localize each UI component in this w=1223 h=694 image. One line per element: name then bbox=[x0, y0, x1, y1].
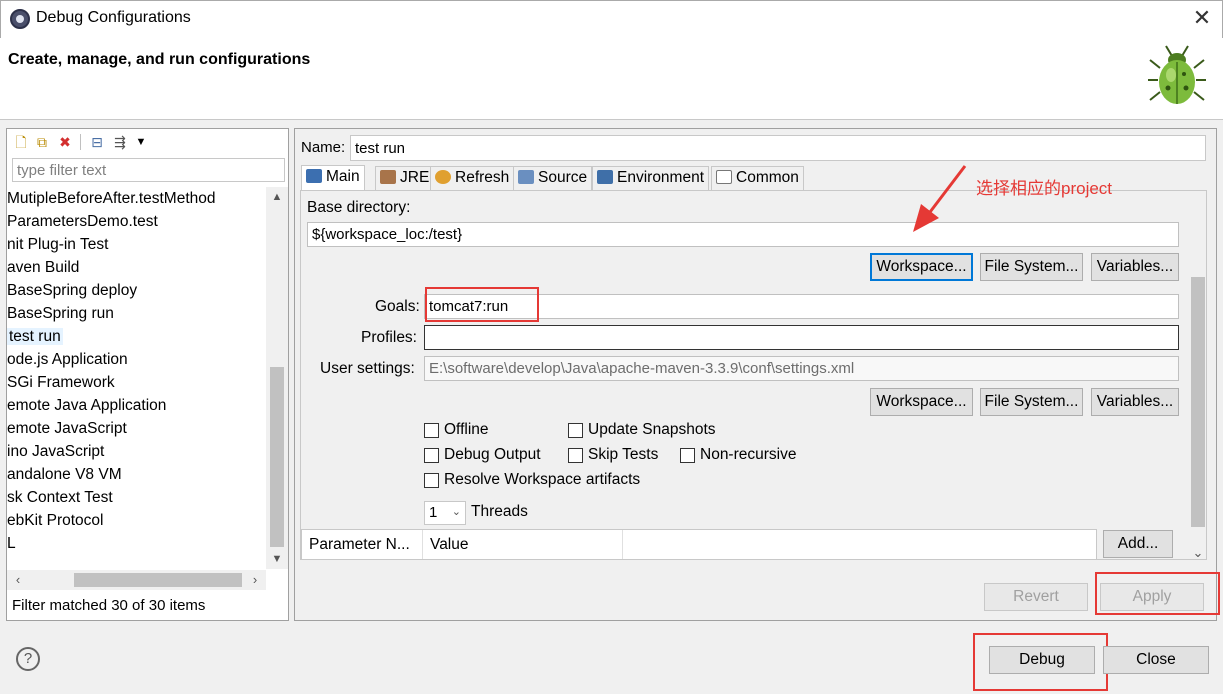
tree-item[interactable]: emote Java Application bbox=[7, 394, 166, 417]
parameters-table[interactable]: Parameter N... Value bbox=[301, 529, 1097, 559]
tab-main[interactable]: Main bbox=[301, 165, 365, 191]
add-parameter-button[interactable]: Add... bbox=[1103, 530, 1173, 558]
duplicate-icon[interactable]: ⧉ bbox=[33, 133, 51, 151]
tree-item[interactable]: aven Build bbox=[7, 256, 79, 279]
scroll-left-icon[interactable]: ‹ bbox=[7, 570, 29, 590]
base-directory-label: Base directory: bbox=[307, 199, 411, 216]
delete-icon[interactable]: ✖ bbox=[56, 133, 74, 151]
header-title: Create, manage, and run configurations bbox=[8, 51, 311, 68]
tree-item[interactable]: andalone V8 VM bbox=[7, 463, 122, 486]
tree-item[interactable]: L bbox=[7, 532, 16, 555]
non-recursive-label: Non-recursive bbox=[700, 446, 797, 463]
tree-item[interactable]: MutipleBeforeAfter.testMethod bbox=[7, 187, 216, 210]
base-directory-input[interactable] bbox=[307, 222, 1179, 247]
revert-button[interactable]: Revert bbox=[984, 583, 1088, 611]
tab-common[interactable]: Common bbox=[711, 166, 804, 190]
scroll-right-icon[interactable]: › bbox=[244, 570, 266, 590]
window-title: Debug Configurations bbox=[36, 9, 191, 26]
tab-refresh[interactable]: Refresh bbox=[430, 166, 515, 190]
common-icon bbox=[716, 170, 732, 184]
eclipse-app-icon bbox=[10, 9, 30, 29]
environment-icon bbox=[597, 170, 613, 184]
threads-select[interactable]: 1 ⌄ bbox=[424, 501, 466, 525]
annotation-arrow-icon bbox=[913, 165, 967, 232]
filter-input[interactable] bbox=[12, 158, 285, 182]
new-config-icon[interactable]: 🗋 bbox=[12, 133, 30, 151]
goals-label: Goals: bbox=[375, 298, 420, 315]
bug-icon bbox=[1148, 45, 1206, 104]
base-workspace-button[interactable]: Workspace... bbox=[870, 253, 973, 281]
toolbar-divider bbox=[80, 134, 81, 150]
apply-highlight-box bbox=[1095, 572, 1220, 615]
tree-item[interactable]: ode.js Application bbox=[7, 348, 128, 371]
user-settings-input[interactable] bbox=[424, 356, 1179, 381]
config-tree: MutipleBeforeAfter.testMethod Parameters… bbox=[7, 187, 265, 565]
debug-button[interactable]: Debug bbox=[989, 646, 1095, 674]
tab-jre[interactable]: JRE bbox=[375, 166, 435, 190]
tree-hscroll-thumb[interactable] bbox=[74, 573, 242, 587]
jre-icon bbox=[380, 170, 396, 184]
goals-highlight-box bbox=[425, 287, 539, 322]
tree-item[interactable]: ParametersDemo.test bbox=[7, 210, 158, 233]
parameter-name-header[interactable]: Parameter N... bbox=[302, 530, 423, 559]
offline-checkbox[interactable] bbox=[424, 423, 439, 438]
user-settings-label: User settings: bbox=[320, 360, 415, 377]
settings-workspace-button[interactable]: Workspace... bbox=[870, 388, 973, 416]
scroll-up-icon[interactable]: ▲ bbox=[266, 187, 288, 207]
update-snapshots-checkbox[interactable] bbox=[568, 423, 583, 438]
resolve-workspace-checkbox[interactable] bbox=[424, 473, 439, 488]
profiles-label: Profiles: bbox=[361, 329, 417, 346]
dialog-header: Create, manage, and run configurations bbox=[0, 38, 1223, 120]
tree-item[interactable]: BaseSpring deploy bbox=[7, 279, 137, 302]
tree-item[interactable]: sk Context Test bbox=[7, 486, 113, 509]
threads-label: Threads bbox=[471, 503, 528, 520]
threads-value: 1 bbox=[429, 504, 438, 521]
update-snapshots-label: Update Snapshots bbox=[588, 421, 716, 438]
non-recursive-checkbox[interactable] bbox=[680, 448, 695, 463]
skip-tests-checkbox[interactable] bbox=[568, 448, 583, 463]
debug-output-checkbox[interactable] bbox=[424, 448, 439, 463]
chevron-down-icon: ⌄ bbox=[451, 506, 461, 518]
content-scroll-down-icon[interactable]: ⌄ bbox=[1187, 543, 1206, 559]
tree-item[interactable]: ebKit Protocol bbox=[7, 509, 104, 532]
filter-icon[interactable]: ⇶ bbox=[111, 133, 129, 151]
content-scroll-thumb[interactable] bbox=[1191, 277, 1205, 527]
tab-source[interactable]: Source bbox=[513, 166, 593, 190]
tree-item[interactable]: ino JavaScript bbox=[7, 440, 104, 463]
debug-output-label: Debug Output bbox=[444, 446, 541, 463]
tab-environment[interactable]: Environment bbox=[592, 166, 710, 190]
refresh-icon bbox=[435, 170, 451, 184]
tree-item[interactable]: BaseSpring run bbox=[7, 302, 114, 325]
source-icon bbox=[518, 170, 534, 184]
maven-icon bbox=[306, 169, 322, 183]
tree-item[interactable]: SGi Framework bbox=[7, 371, 115, 394]
configuration-list-panel: 🗋 ⧉ ✖ ⊟ ⇶ ▼ MutipleBeforeAfter.testMetho… bbox=[6, 128, 289, 621]
profiles-input[interactable] bbox=[424, 325, 1179, 350]
close-button[interactable]: Close bbox=[1103, 646, 1209, 674]
tree-item-selected[interactable]: test run bbox=[7, 325, 63, 348]
annotation-text: 选择相应的project bbox=[976, 179, 1113, 198]
name-input[interactable] bbox=[350, 135, 1206, 161]
name-label: Name: bbox=[301, 139, 346, 156]
tree-scroll-thumb[interactable] bbox=[270, 367, 284, 547]
settings-file-system-button[interactable]: File System... bbox=[980, 388, 1083, 416]
parameter-value-header[interactable]: Value bbox=[423, 530, 623, 559]
configuration-editor: Name: Main JRE Refresh Source Environmen… bbox=[294, 128, 1217, 621]
base-variables-button[interactable]: Variables... bbox=[1091, 253, 1179, 281]
base-file-system-button[interactable]: File System... bbox=[980, 253, 1083, 281]
collapse-all-icon[interactable]: ⊟ bbox=[88, 133, 106, 151]
tree-item[interactable]: emote JavaScript bbox=[7, 417, 127, 440]
skip-tests-label: Skip Tests bbox=[588, 446, 659, 463]
resolve-workspace-label: Resolve Workspace artifacts bbox=[444, 471, 641, 488]
close-window-icon[interactable]: ✕ bbox=[1190, 5, 1214, 31]
dropdown-chevron-icon[interactable]: ▼ bbox=[132, 133, 150, 151]
settings-variables-button[interactable]: Variables... bbox=[1091, 388, 1179, 416]
main-tab-content: Base directory: Workspace... File System… bbox=[300, 190, 1207, 560]
offline-label: Offline bbox=[444, 421, 489, 438]
help-icon[interactable]: ? bbox=[16, 647, 40, 671]
tree-item[interactable]: nit Plug-in Test bbox=[7, 233, 108, 256]
filter-status: Filter matched 30 of 30 items bbox=[12, 597, 206, 614]
scroll-down-icon[interactable]: ▼ bbox=[266, 549, 288, 569]
